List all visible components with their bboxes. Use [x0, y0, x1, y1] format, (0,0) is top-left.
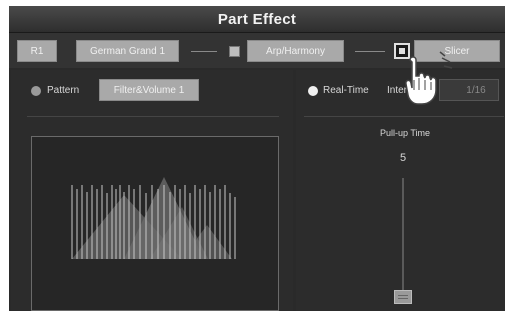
- arp-harmony-button[interactable]: Arp/Harmony: [247, 40, 344, 62]
- part-button[interactable]: R1: [17, 40, 57, 62]
- title-bar: Part Effect: [9, 6, 505, 33]
- pullup-label: Pull-up Time: [379, 128, 431, 138]
- pullup-slider-track[interactable]: [402, 178, 404, 302]
- pullup-value: 5: [399, 152, 407, 164]
- page-title: Part Effect: [217, 11, 297, 28]
- divider: [191, 51, 217, 52]
- interval-value: 1/16: [466, 85, 486, 96]
- voice-button[interactable]: German Grand 1: [76, 40, 179, 62]
- pattern-label: Pattern: [47, 85, 80, 96]
- realtime-radio-icon[interactable]: [308, 86, 318, 96]
- pattern-waveform: [71, 177, 236, 259]
- separator: [27, 116, 279, 117]
- pullup-slider-knob[interactable]: [394, 290, 412, 304]
- pattern-select[interactable]: Filter&Volume 1: [99, 79, 199, 101]
- pattern-graph: [31, 136, 279, 311]
- arp-checkbox-icon[interactable]: [229, 46, 240, 57]
- realtime-label: Real-Time: [323, 85, 369, 96]
- separator: [304, 116, 504, 117]
- hand-pointer-icon: [405, 51, 453, 105]
- divider: [355, 51, 385, 52]
- part-effect-screen: Part Effect R1 German Grand 1 Arp/Harmon…: [9, 6, 505, 311]
- pattern-radio-icon[interactable]: [31, 86, 41, 96]
- realtime-panel: [296, 70, 505, 311]
